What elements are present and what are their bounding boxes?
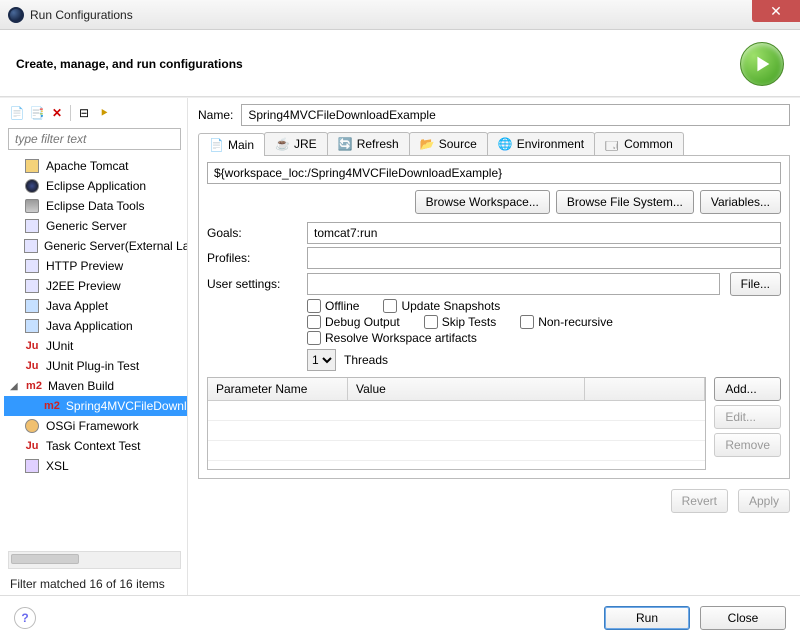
tree-item-gen[interactable]: HTTP Preview [4,256,187,276]
dialog-subtitle: Create, manage, and run configurations [16,57,243,71]
tree-item-m2[interactable]: ◢m2Maven Build [4,376,187,396]
tree-item-osgi[interactable]: OSGi Framework [4,416,187,436]
filter-menu-button[interactable]: ⯈ [95,104,113,122]
jre-icon: ☕ [275,137,289,151]
tree-item-java[interactable]: Java Application [4,316,187,336]
update-snapshots-checkbox[interactable]: Update Snapshots [383,299,500,313]
common-icon: 🗔 [605,137,619,151]
new-config-button[interactable]: 📄 [8,104,26,122]
env-icon: 🌐 [498,137,512,151]
tree-item-java[interactable]: Java Applet [4,296,187,316]
resolve-workspace-checkbox[interactable]: Resolve Workspace artifacts [307,331,477,345]
help-button[interactable]: ? [14,607,36,629]
tab-common[interactable]: 🗔Common [594,132,684,155]
tree-item-ju[interactable]: JuJUnit [4,336,187,356]
apply-button[interactable]: Apply [738,489,790,513]
filter-input[interactable] [8,128,181,150]
tree-item-child[interactable]: m2Spring4MVCFileDownloadExample [4,396,187,416]
tree-item-tomcat[interactable]: Apache Tomcat [4,156,187,176]
param-col-name: Parameter Name [208,378,348,400]
config-tree[interactable]: Apache TomcatEclipse ApplicationEclipse … [4,154,187,547]
window-close-button[interactable]: ✕ [752,0,800,22]
dialog-header: Create, manage, and run configurations [0,30,800,97]
titlebar: Run Configurations ✕ [0,0,800,30]
tab-main[interactable]: 📄Main [198,133,265,156]
param-add-button[interactable]: Add... [714,377,781,401]
duplicate-config-button[interactable]: 📑 [28,104,46,122]
tree-item-ju[interactable]: JuTask Context Test [4,436,187,456]
profiles-label: Profiles: [207,251,297,265]
close-button[interactable]: Close [700,606,786,630]
tab-jre[interactable]: ☕JRE [264,132,328,155]
param-col-value: Value [348,378,585,400]
run-button[interactable]: Run [604,606,690,630]
tree-item-gen[interactable]: Generic Server [4,216,187,236]
tree-item-ju[interactable]: JuJUnit Plug-in Test [4,356,187,376]
browse-workspace-button[interactable]: Browse Workspace... [415,190,550,214]
sidebar: 📄 📑 ✕ ⊟ ⯈ Apache TomcatEclipse Applicati… [0,98,188,595]
skip-tests-checkbox[interactable]: Skip Tests [424,315,496,329]
goals-input[interactable] [307,222,781,244]
revert-button[interactable]: Revert [671,489,728,513]
name-label: Name: [198,108,233,122]
param-remove-button[interactable]: Remove [714,433,781,457]
tab-environment[interactable]: 🌐Environment [487,132,595,155]
tab-source[interactable]: 📂Source [409,132,488,155]
base-directory-input[interactable] [207,162,781,184]
tab-refresh[interactable]: 🔄Refresh [327,132,410,155]
sidebar-toolbar: 📄 📑 ✕ ⊟ ⯈ [4,102,187,126]
offline-checkbox[interactable]: Offline [307,299,359,313]
config-editor: Name: 📄Main☕JRE🔄Refresh📂Source🌐Environme… [188,98,800,595]
tab-main: Browse Workspace... Browse File System..… [198,156,790,479]
browse-filesystem-button[interactable]: Browse File System... [556,190,694,214]
parameter-table[interactable]: Parameter Name Value [207,377,706,470]
window-title: Run Configurations [30,8,133,22]
tree-item-gen[interactable]: J2EE Preview [4,276,187,296]
horizontal-scrollbar[interactable] [8,551,181,569]
user-settings-file-button[interactable]: File... [730,272,781,296]
dialog-footer: ? Run Close [0,595,800,640]
profiles-input[interactable] [307,247,781,269]
main-icon: 📄 [209,138,223,152]
variables-button[interactable]: Variables... [700,190,781,214]
filter-status: Filter matched 16 of 16 items [4,573,187,595]
threads-label: Threads [344,353,388,367]
non-recursive-checkbox[interactable]: Non-recursive [520,315,613,329]
param-edit-button[interactable]: Edit... [714,405,781,429]
run-icon [740,42,784,86]
name-input[interactable] [241,104,790,126]
threads-select[interactable]: 1 [307,349,336,371]
goals-label: Goals: [207,226,297,240]
tree-item-xsl[interactable]: XSL [4,456,187,476]
refresh-icon: 🔄 [338,137,352,151]
collapse-all-button[interactable]: ⊟ [75,104,93,122]
tab-bar: 📄Main☕JRE🔄Refresh📂Source🌐Environment🗔Com… [198,132,790,156]
user-settings-input[interactable] [307,273,720,295]
source-icon: 📂 [420,137,434,151]
debug-output-checkbox[interactable]: Debug Output [307,315,400,329]
tree-item-gen[interactable]: Generic Server(External Launch) [4,236,187,256]
delete-config-button[interactable]: ✕ [48,104,66,122]
tree-item-eclipse[interactable]: Eclipse Application [4,176,187,196]
eclipse-icon [8,7,24,23]
tree-item-db[interactable]: Eclipse Data Tools [4,196,187,216]
user-settings-label: User settings: [207,277,297,291]
